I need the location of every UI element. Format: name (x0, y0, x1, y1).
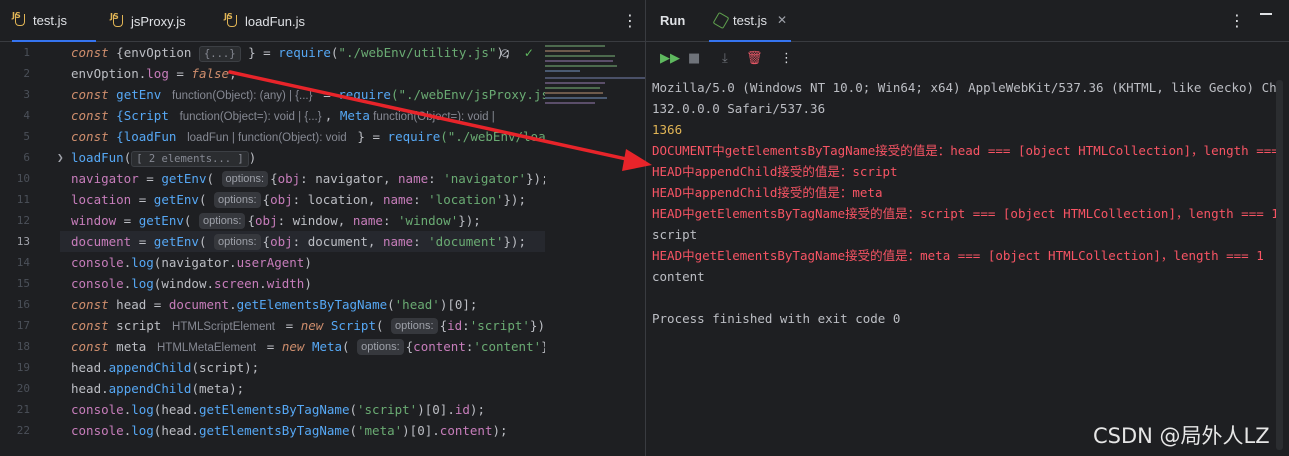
console-line: 1366 (652, 122, 683, 137)
scroll-to-end-icon[interactable]: ⤓ (722, 51, 728, 66)
minimize-icon[interactable] (1260, 13, 1272, 15)
tab-label: jsProxy.js (131, 13, 186, 29)
code-line-3: const getEnv function(Object): (any) | {… (71, 87, 545, 102)
code-line-17: const script HTMLScriptElement = new Scr… (71, 318, 545, 334)
code-line-18: const meta HTMLMetaElement = new Meta( o… (71, 339, 545, 355)
line-number: 3 (23, 88, 30, 101)
code-line-19: head.appendChild(script); (71, 360, 260, 375)
watermark: CSDN @局外人LZ (1093, 424, 1270, 448)
code-line-4: const {Script function(Object=): void | … (71, 108, 495, 123)
line-number: 11 (16, 193, 30, 206)
line-number: 21 (16, 403, 30, 416)
tab-label: loadFun.js (245, 13, 305, 29)
nodejs-icon (713, 13, 727, 27)
fold-arrow-icon[interactable]: ❯ (57, 147, 64, 168)
tab-test-js[interactable]: JS test.js (12, 0, 96, 42)
code-line-6: loadFun([ 2 elements... ]) (71, 150, 257, 167)
tab-jsproxy-js[interactable]: JS jsProxy.js (110, 0, 186, 42)
param-hint: options: (214, 234, 261, 250)
code-line-22: console.log(head.getElementsByTagName('m… (71, 423, 508, 438)
line-number: 17 (16, 319, 30, 332)
param-hint: options: (391, 318, 438, 334)
line-number: 5 (23, 130, 30, 143)
code-line-5: const {loadFun loadFun | function(Object… (71, 129, 545, 144)
code-line-10: navigator = getEnv( options: {obj: naviga… (71, 171, 545, 187)
param-hint: options: (214, 192, 261, 208)
code-line-21: console.log(head.getElementsByTagName('s… (71, 402, 485, 417)
code-line-12: window = getEnv( options: {obj: window, n… (71, 213, 481, 229)
line-number: 4 (23, 109, 30, 122)
code-line-14: console.log(navigator.userAgent) (71, 255, 312, 270)
line-number: 22 (16, 424, 30, 437)
more-options-icon[interactable]: ⋮ (622, 11, 638, 30)
tab-label: test.js (33, 12, 67, 28)
line-number: 18 (16, 340, 30, 353)
line-number: 6 (23, 151, 30, 164)
line-number: 2 (23, 67, 30, 80)
console-line: content (652, 269, 705, 284)
rerun-icon[interactable]: ▶▶ (660, 51, 680, 66)
js-file-icon: JS (110, 12, 126, 28)
stop-icon[interactable]: ■ (688, 51, 700, 66)
js-file-icon: JS (12, 11, 28, 27)
editor-pane: JS test.js JS jsProxy.js JS loadFun.js ⋮… (0, 0, 645, 456)
tab-loadfun-js[interactable]: JS loadFun.js (224, 0, 305, 42)
console-line: HEAD中appendChild接受的值是：script (652, 164, 898, 179)
param-hint: options: (221, 171, 269, 187)
console-line: Process finished with exit code 0 (652, 311, 901, 326)
code-line-1: const {envOption {...} } = require("./we… (71, 45, 512, 62)
line-number: 16 (16, 298, 30, 311)
minimap[interactable] (545, 42, 645, 112)
line-number: 10 (16, 172, 30, 185)
run-header: Run test.js ✕ ⋮ (646, 0, 1289, 42)
line-number: 12 (16, 214, 30, 227)
console-line: HEAD中appendChild接受的值是：meta (652, 185, 883, 200)
editor-tab-bar: JS test.js JS jsProxy.js JS loadFun.js ⋮ (0, 0, 645, 42)
run-title: Run (660, 13, 686, 28)
console-output[interactable]: Mozilla/5.0 (Windows NT 10.0; Win64; x64… (652, 77, 1277, 456)
console-line: 132.0.0.0 Safari/537.36 (652, 101, 826, 116)
line-number: 1 (23, 46, 30, 59)
code-line-11: location = getEnv( options: {obj: locatio… (71, 192, 526, 208)
js-file-icon: JS (224, 12, 240, 28)
run-toolbar: ▶▶ ■ ⤓ 🗑 ⋮ (646, 43, 1289, 77)
run-tool-window: Run test.js ✕ ⋮ ▶▶ ■ ⤓ 🗑 ⋮ Mozilla/5.0 (… (645, 0, 1289, 456)
console-line: Mozilla/5.0 (Windows NT 10.0; Win64; x64… (652, 80, 1277, 95)
console-scrollbar[interactable] (1276, 80, 1283, 450)
run-tab-label: test.js (733, 12, 767, 28)
more-options-icon[interactable]: ⋮ (780, 51, 793, 66)
param-hint: options: (198, 213, 246, 229)
line-number: 19 (16, 361, 30, 374)
line-number: 15 (16, 277, 30, 290)
line-number: 20 (16, 382, 30, 395)
code-line-20: head.appendChild(meta); (71, 381, 245, 396)
close-icon[interactable]: ✕ (777, 13, 787, 27)
code-line-13: document = getEnv( options: {obj: documen… (71, 234, 526, 250)
console-line: HEAD中getElementsByTagName接受的值是：script ==… (652, 206, 1277, 221)
trash-icon[interactable]: 🗑 (746, 51, 763, 66)
console-line: DOCUMENT中getElementsByTagName接受的值是：head … (652, 143, 1277, 158)
more-options-icon[interactable]: ⋮ (1229, 11, 1245, 30)
param-hint: options: (357, 339, 404, 355)
code-line-2: envOption.log = false; (71, 66, 237, 81)
code-area[interactable]: const {envOption {...} } = require("./we… (71, 42, 545, 456)
line-number: 14 (16, 256, 30, 269)
line-number: 13 (16, 235, 30, 248)
console-line: HEAD中getElementsByTagName接受的值是：meta === … (652, 248, 1264, 263)
console-line: script (652, 227, 698, 242)
run-tab-test-js[interactable]: test.js ✕ (709, 0, 792, 42)
code-line-15: console.log(window.screen.width) (71, 276, 312, 291)
code-line-16: const head = document.getElementsByTagNa… (71, 297, 478, 312)
line-number-gutter: 1 2 3 4 5 6 10 11 12 13 14 15 16 17 18 19 20 21 22 (0, 42, 60, 456)
